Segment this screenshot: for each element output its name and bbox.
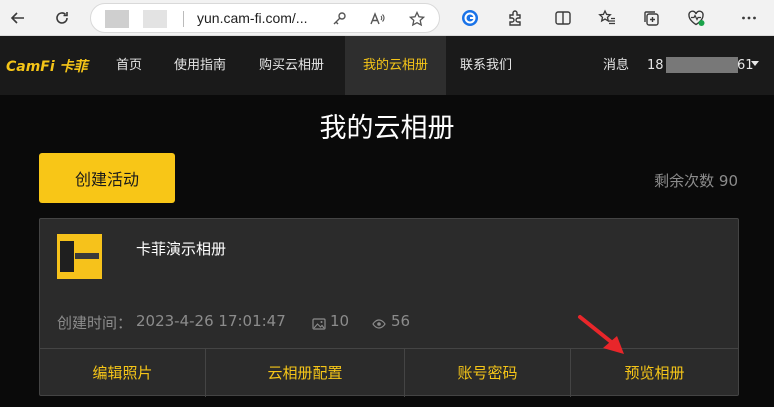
favorite-star-icon[interactable] bbox=[407, 9, 427, 29]
album-name[interactable]: 卡菲演示相册 bbox=[136, 238, 226, 259]
account-dropdown-caret-icon[interactable] bbox=[751, 61, 759, 66]
read-aloud-icon[interactable] bbox=[367, 9, 387, 29]
nav-home[interactable]: 首页 bbox=[116, 36, 142, 95]
remaining-count: 剩余次数 90 bbox=[654, 172, 738, 190]
photo-count: 10 bbox=[330, 312, 350, 330]
browser-toolbar: yun.cam-fi.com/... bbox=[0, 0, 774, 36]
eye-icon bbox=[372, 316, 386, 330]
site-navbar: CamFi 卡菲 首页 使用指南 购买云相册 我的云相册 联系我们 消息 18 … bbox=[0, 36, 774, 95]
site-favicon bbox=[105, 10, 129, 28]
created-label: 创建时间： bbox=[57, 314, 133, 332]
create-event-button[interactable]: 创建活动 bbox=[39, 153, 175, 203]
nav-contact[interactable]: 联系我们 bbox=[460, 36, 512, 95]
more-menu-icon[interactable] bbox=[737, 6, 761, 30]
edit-photos-button[interactable]: 编辑照片 bbox=[40, 349, 206, 397]
nav-guide[interactable]: 使用指南 bbox=[174, 36, 226, 95]
album-thumbnail[interactable] bbox=[57, 234, 102, 279]
favorites-icon[interactable] bbox=[595, 6, 619, 30]
back-icon[interactable] bbox=[6, 6, 30, 30]
account-phone-redacted bbox=[666, 57, 738, 73]
album-settings-button[interactable]: 云相册配置 bbox=[206, 349, 405, 397]
account-password-button[interactable]: 账号密码 bbox=[405, 349, 571, 397]
refresh-icon[interactable] bbox=[50, 6, 74, 30]
nav-my-album[interactable]: 我的云相册 bbox=[345, 36, 446, 95]
camfi-logo[interactable]: CamFi 卡菲 bbox=[6, 56, 88, 76]
annotation-arrow-icon bbox=[578, 315, 624, 354]
account-phone-prefix[interactable]: 18 bbox=[647, 36, 664, 95]
address-divider bbox=[183, 11, 184, 27]
split-screen-icon[interactable] bbox=[551, 6, 575, 30]
collections-icon[interactable] bbox=[639, 6, 663, 30]
nav-buy-album[interactable]: 购买云相册 bbox=[259, 36, 324, 95]
browser-essentials-icon[interactable] bbox=[684, 6, 708, 30]
album-card: 卡菲演示相册 创建时间： 2023-4-26 17:01:47 10 56 编辑… bbox=[39, 218, 739, 397]
image-icon bbox=[312, 316, 326, 330]
view-count: 56 bbox=[391, 312, 411, 330]
extension-g-icon[interactable] bbox=[458, 6, 482, 30]
page-title: 我的云相册 bbox=[319, 113, 455, 144]
address-bar[interactable]: yun.cam-fi.com/... bbox=[90, 3, 440, 33]
thumbnail-camera-shape bbox=[60, 241, 74, 272]
nav-messages[interactable]: 消息 bbox=[603, 36, 629, 95]
key-icon[interactable] bbox=[329, 9, 349, 29]
extensions-icon[interactable] bbox=[503, 6, 527, 30]
url-text: yun.cam-fi.com/... bbox=[197, 10, 308, 26]
site-info bbox=[143, 10, 167, 28]
created-time: 2023-4-26 17:01:47 bbox=[136, 312, 286, 330]
thumbnail-strip bbox=[75, 253, 99, 259]
